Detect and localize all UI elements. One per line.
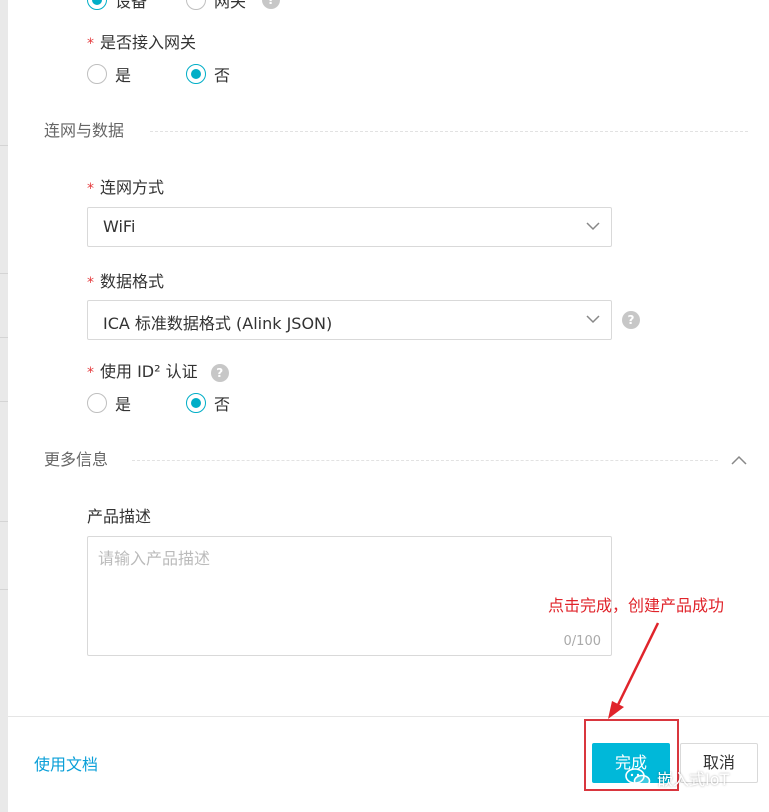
radio-label: 设备 (115, 0, 148, 11)
radio-label: 是 (115, 66, 132, 85)
chevron-down-icon (586, 222, 600, 231)
create-product-dialog: 设备 网关 ? * 是否接入网关 是 否 连网与数据 * 连网方式 WiFi * 数据… (8, 0, 769, 812)
data-format-select[interactable]: ICA 标准数据格式 (Alink JSON) (87, 300, 612, 340)
field-label-data-format: * 数据格式 (87, 272, 164, 293)
radio-circle (87, 393, 107, 413)
char-counter: 0/100 (563, 634, 601, 649)
radio-circle (87, 0, 107, 10)
docs-link[interactable]: 使用文档 (34, 751, 98, 775)
help-icon[interactable]: ? (262, 0, 281, 9)
radio-circle (186, 64, 206, 84)
background-divider (0, 273, 8, 274)
background-divider (0, 589, 8, 590)
background-divider (0, 337, 8, 338)
wechat-icon (625, 768, 651, 788)
radio-node-device[interactable]: 设备 (87, 0, 147, 11)
radio-label: 否 (214, 66, 231, 85)
required-mark: * (87, 36, 94, 52)
radio-node-gateway[interactable]: 网关 ? (186, 0, 281, 11)
field-label-gateway-access: * 是否接入网关 (87, 33, 196, 54)
section-divider (150, 131, 748, 132)
radio-label: 是 (115, 395, 132, 414)
required-mark: * (87, 181, 94, 197)
product-desc-textarea[interactable]: 请输入产品描述 0/100 (87, 536, 612, 656)
radio-id2-no[interactable]: 否 (186, 392, 230, 414)
network-method-select[interactable]: WiFi (87, 207, 612, 247)
help-icon[interactable]: ? (210, 363, 229, 382)
watermark-text: 嵌入式IoT (657, 770, 730, 789)
field-label-network-method: * 连网方式 (87, 178, 164, 199)
background-divider (0, 521, 8, 522)
radio-gateway-yes[interactable]: 是 (87, 63, 131, 85)
select-value: WiFi (103, 217, 136, 236)
section-title-network: 连网与数据 (44, 121, 125, 140)
background-divider (0, 401, 8, 402)
radio-label: 网关 (214, 0, 247, 11)
radio-id2-yes[interactable]: 是 (87, 392, 131, 414)
field-label-product-desc: 产品描述 (87, 507, 152, 526)
section-divider (132, 460, 718, 461)
label-text: 数据格式 (100, 272, 165, 291)
radio-circle (87, 64, 107, 84)
radio-circle (186, 393, 206, 413)
background-divider (0, 145, 8, 146)
section-title-more-info: 更多信息 (44, 450, 109, 469)
watermark: 嵌入式IoT (625, 766, 729, 790)
radio-label: 否 (214, 395, 231, 414)
radio-gateway-no[interactable]: 否 (186, 63, 230, 85)
required-mark: * (87, 365, 94, 381)
label-text: 是否接入网关 (100, 33, 197, 52)
annotation-arrow-icon (608, 622, 660, 719)
label-text: 使用 ID² 认证 (100, 362, 198, 381)
select-value: ICA 标准数据格式 (Alink JSON) (103, 314, 333, 333)
chevron-up-icon[interactable] (730, 453, 748, 467)
label-text: 连网方式 (100, 178, 165, 197)
required-mark: * (87, 275, 94, 291)
textarea-placeholder: 请输入产品描述 (98, 549, 211, 568)
annotation-text: 点击完成，创建产品成功 (548, 596, 725, 615)
radio-circle (186, 0, 206, 10)
chevron-down-icon (586, 315, 600, 324)
field-label-id2-auth: * 使用 ID² 认证 ? (87, 362, 229, 383)
help-icon[interactable]: ? (622, 311, 640, 329)
